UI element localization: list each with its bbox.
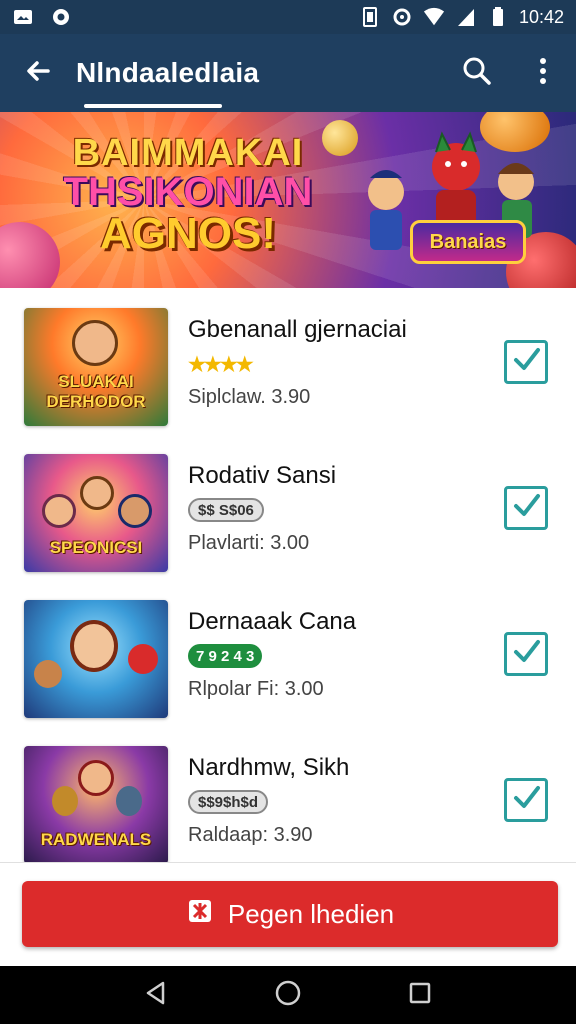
search-icon	[462, 56, 492, 91]
game-badge: $$ S$06	[188, 498, 264, 522]
battery-icon	[487, 7, 509, 26]
game-title: Nardhmw, Sikh	[188, 754, 350, 781]
game-subtitle: Plavlarti: 3.00	[188, 532, 310, 554]
game-title: Dernaaak Cana	[188, 608, 357, 635]
nav-recents-button[interactable]	[395, 970, 445, 1020]
more-vertical-icon	[539, 57, 547, 90]
search-button[interactable]	[444, 34, 510, 112]
signal-icon	[455, 8, 477, 26]
list-item[interactable]: SPEONICSI Rodativ Sansi $$ S$06 Plavlart…	[0, 442, 576, 588]
checkmark-icon	[511, 345, 541, 380]
character-icon	[118, 494, 152, 528]
list-item[interactable]: RADWENALS Nardhmw, Sikh $$9$h$d Raldaap:…	[0, 734, 576, 880]
sim-icon	[359, 7, 381, 27]
list-item[interactable]: SLUAKAI DERHODOR Gbenanall gjernaciai ★★…	[0, 296, 576, 442]
status-time: 10:42	[518, 6, 564, 27]
status-bar: 10:42	[0, 0, 576, 34]
more-options-button[interactable]	[510, 34, 576, 112]
character-icon	[116, 786, 142, 816]
nav-home-icon	[274, 979, 302, 1012]
select-checkbox[interactable]	[504, 632, 548, 676]
primary-action-button[interactable]: Pegen lhedien	[22, 881, 558, 947]
wifi-icon	[423, 7, 445, 26]
game-thumbnail	[24, 600, 168, 718]
game-badge: $$9$h$d	[188, 790, 269, 814]
character-icon	[70, 620, 118, 672]
list-item[interactable]: Dernaaak Cana 7 9 2 4 3 Rlpolar Fi: 3.00	[0, 588, 576, 734]
promo-banner[interactable]: BAIMMAKAI THSIKONIAN AGNOS! Banaias	[0, 112, 576, 288]
nav-back-icon	[143, 980, 169, 1011]
checkmark-icon	[511, 637, 541, 672]
bottom-action-bar: Pegen lhedien	[0, 862, 576, 966]
app-bar: Nlndaaledlaia	[0, 34, 576, 112]
game-subtitle: Siplclaw. 3.90	[188, 386, 311, 408]
character-icon	[52, 786, 78, 816]
game-list: SLUAKAI DERHODOR Gbenanall gjernaciai ★★…	[0, 296, 576, 880]
game-thumbnail: RADWENALS	[24, 746, 168, 864]
thumbnail-label: RADWENALS	[40, 830, 152, 849]
banner-line-3: AGNOS!	[100, 209, 276, 258]
game-subtitle: Rlpolar Fi: 3.00	[188, 678, 324, 700]
select-checkbox[interactable]	[504, 486, 548, 530]
character-icon	[80, 476, 114, 510]
primary-action-label: Pegen lhedien	[227, 898, 395, 929]
back-button[interactable]	[0, 34, 76, 112]
puzzle-icon	[186, 897, 214, 932]
nav-home-button[interactable]	[263, 970, 313, 1020]
character-icon	[78, 760, 114, 796]
banner-line-1: BAIMMAKAI	[72, 132, 304, 174]
banner-badge: Banaias	[410, 220, 526, 264]
game-subtitle: Raldaap: 3.90	[188, 824, 313, 846]
title-underline	[84, 104, 222, 108]
rating-stars: ★★★★	[188, 353, 254, 376]
system-nav-bar	[0, 966, 576, 1024]
character-icon	[128, 644, 158, 674]
banner-headline: BAIMMAKAI THSIKONIAN AGNOS!	[58, 134, 318, 256]
game-badge: 7 9 2 4 3	[188, 644, 263, 668]
thumbnail-label: SPEONICSI	[49, 538, 143, 557]
banner-line-2: THSIKONIAN	[63, 170, 313, 214]
game-thumbnail: SLUAKAI DERHODOR	[24, 308, 168, 426]
thumbnail-label: SLUAKAI DERHODOR	[46, 372, 146, 411]
image-icon	[12, 8, 34, 26]
checkmark-icon	[511, 783, 541, 818]
character-icon	[42, 494, 76, 528]
select-checkbox[interactable]	[504, 340, 548, 384]
character-icon	[34, 660, 62, 688]
notification-icon	[50, 8, 72, 26]
select-checkbox[interactable]	[504, 778, 548, 822]
character-icon	[72, 320, 118, 366]
nav-back-button[interactable]	[131, 970, 181, 1020]
back-arrow-icon	[24, 57, 52, 90]
page-title: Nlndaaledlaia	[76, 57, 260, 88]
settings-icon	[391, 8, 413, 26]
game-thumbnail: SPEONICSI	[24, 454, 168, 572]
nav-recents-icon	[408, 981, 432, 1010]
checkmark-icon	[511, 491, 541, 526]
game-title: Gbenanall gjernaciai	[188, 316, 407, 343]
game-title: Rodativ Sansi	[188, 462, 337, 489]
